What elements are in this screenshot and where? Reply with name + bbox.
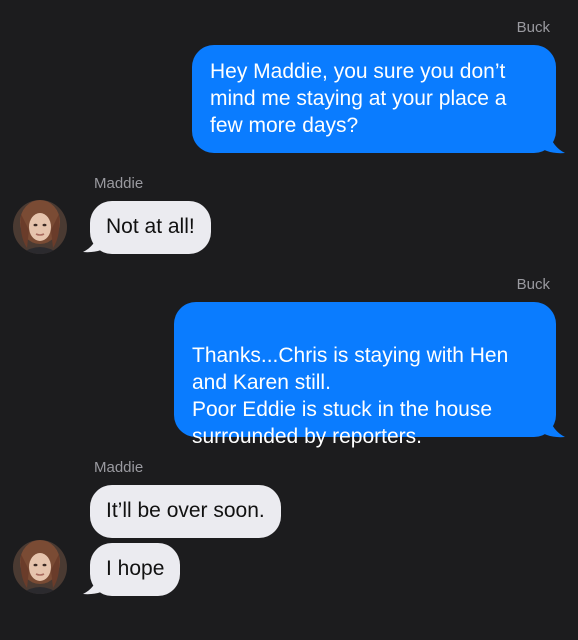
message-bubble-incoming[interactable]: It’ll be over soon. [90,485,281,538]
message-text: Not at all! [106,215,195,238]
message-bubble-incoming[interactable]: I hope [90,543,181,596]
sender-label-maddie: Maddie [94,175,144,192]
contact-photo-icon [13,200,67,254]
sender-label-buck: Buck [516,19,550,36]
avatar[interactable] [13,200,67,254]
message-bubble-outgoing[interactable]: Hey Maddie, you sure you don’t mind me s… [192,45,556,153]
outgoing-bubble-tail [535,132,565,154]
avatar[interactable] [13,540,67,594]
sender-label-maddie: Maddie [94,459,144,476]
message-text: Thanks...Chris is staying with Hen and K… [192,344,509,448]
message-bubble-incoming[interactable]: Not at all! [90,201,211,254]
contact-photo-icon [13,540,67,594]
message-text: I hope [106,557,165,580]
message-text: It’ll be over soon. [106,499,265,522]
message-bubble-outgoing[interactable]: Thanks...Chris is staying with Hen and K… [174,302,556,448]
sender-label-buck: Buck [516,276,550,293]
outgoing-bubble-tail [535,416,565,438]
message-text: Hey Maddie, you sure you don’t mind me s… [210,60,507,137]
